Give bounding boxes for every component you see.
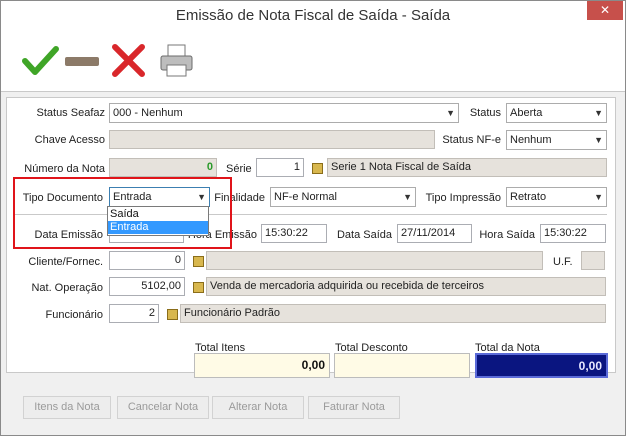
funcionario-field[interactable]: 2	[109, 304, 159, 323]
funcionario-label: Funcionário	[45, 309, 103, 321]
chevron-down-icon: ▼	[446, 108, 455, 118]
total-itens-field: 0,00	[194, 353, 330, 378]
tipo-impressao-value: Retrato	[510, 191, 547, 203]
status-label: Status	[469, 107, 501, 119]
numero-nota-field: 0	[109, 158, 217, 177]
status-value: Aberta	[510, 107, 543, 119]
numero-nota-label: Número da Nota	[24, 163, 105, 175]
chevron-down-icon: ▼	[594, 135, 603, 145]
alterar-nota-button[interactable]: Alterar Nota	[212, 396, 304, 419]
lookup-icon[interactable]	[312, 163, 323, 174]
check-icon	[22, 46, 59, 75]
title-bar: Emissão de Nota Fiscal de Saída - Saída …	[1, 1, 625, 31]
hora-saida-field[interactable]: 15:30:22	[540, 224, 606, 243]
minus-icon	[65, 57, 99, 66]
lookup-icon	[193, 256, 204, 267]
cliente-label: Cliente/Fornec.	[28, 256, 103, 268]
nat-operacao-field[interactable]: 5102,00	[109, 277, 185, 296]
uf-label: U.F.	[553, 256, 573, 268]
finalidade-value: NF-e Normal	[274, 191, 337, 203]
toolbar	[1, 31, 625, 91]
tipo-impressao-label: Tipo Impressão	[425, 192, 501, 204]
cancelar-nota-button[interactable]: Cancelar Nota	[117, 396, 209, 419]
cliente-desc-field	[206, 251, 543, 270]
status-nfe-value: Nenhum	[510, 134, 552, 146]
chave-acesso-field[interactable]	[109, 130, 435, 149]
printer-icon	[160, 44, 193, 77]
itens-nota-button[interactable]: Itens da Nota	[23, 396, 111, 419]
total-desconto-field	[334, 353, 470, 378]
data-saida-label: Data Saída	[336, 229, 392, 241]
uf-field[interactable]	[581, 251, 605, 270]
serie-field[interactable]: 1	[256, 158, 304, 177]
x-icon	[112, 44, 145, 77]
cliente-field[interactable]: 0	[109, 251, 185, 270]
nat-operacao-desc-field: Venda de mercadoria adquirida ou recebid…	[206, 277, 606, 296]
emissao-window: Emissão de Nota Fiscal de Saída - Saída …	[0, 0, 626, 436]
window-title: Emissão de Nota Fiscal de Saída - Saída	[175, 7, 451, 24]
confirm-button[interactable]	[21, 41, 61, 81]
data-saida-field[interactable]: 27/11/2014	[397, 224, 472, 243]
chevron-down-icon: ▼	[403, 192, 412, 202]
status-seafaz-value: 000 - Nenhum	[113, 107, 183, 119]
nat-operacao-label: Nat. Operação	[31, 282, 103, 294]
remove-button[interactable]	[63, 41, 103, 81]
faturar-nota-button[interactable]: Faturar Nota	[308, 396, 400, 419]
hora-emissao-field[interactable]: 15:30:22	[261, 224, 327, 243]
toolbar-divider	[1, 91, 625, 92]
status-nfe-label: Status NF-e	[442, 134, 501, 146]
tipo-impressao-select[interactable]: Retrato ▼	[506, 187, 607, 207]
funcionario-desc-field: Funcionário Padrão	[180, 304, 606, 323]
total-nota-field: 0,00	[475, 353, 608, 378]
serie-label: Série	[226, 163, 252, 175]
chevron-down-icon: ▼	[594, 108, 603, 118]
status-select[interactable]: Aberta ▼	[506, 103, 607, 123]
finalidade-select[interactable]: NF-e Normal ▼	[270, 187, 416, 207]
close-button[interactable]: ✕	[587, 1, 623, 20]
chevron-down-icon: ▼	[594, 192, 603, 202]
serie-desc-field: Serie 1 Nota Fiscal de Saída	[327, 158, 607, 177]
lookup-icon	[167, 309, 178, 320]
cancel-button[interactable]	[109, 41, 149, 81]
status-seafaz-label: Status Seafaz	[36, 107, 106, 119]
chave-acesso-label: Chave Acesso	[34, 134, 105, 146]
status-seafaz-select[interactable]: 000 - Nenhum ▼	[109, 103, 459, 123]
lookup-icon	[193, 282, 204, 293]
print-button[interactable]	[157, 41, 197, 81]
hora-saida-label: Hora Saída	[479, 229, 535, 241]
status-nfe-select[interactable]: Nenhum ▼	[506, 130, 607, 150]
highlight-box	[13, 177, 232, 249]
